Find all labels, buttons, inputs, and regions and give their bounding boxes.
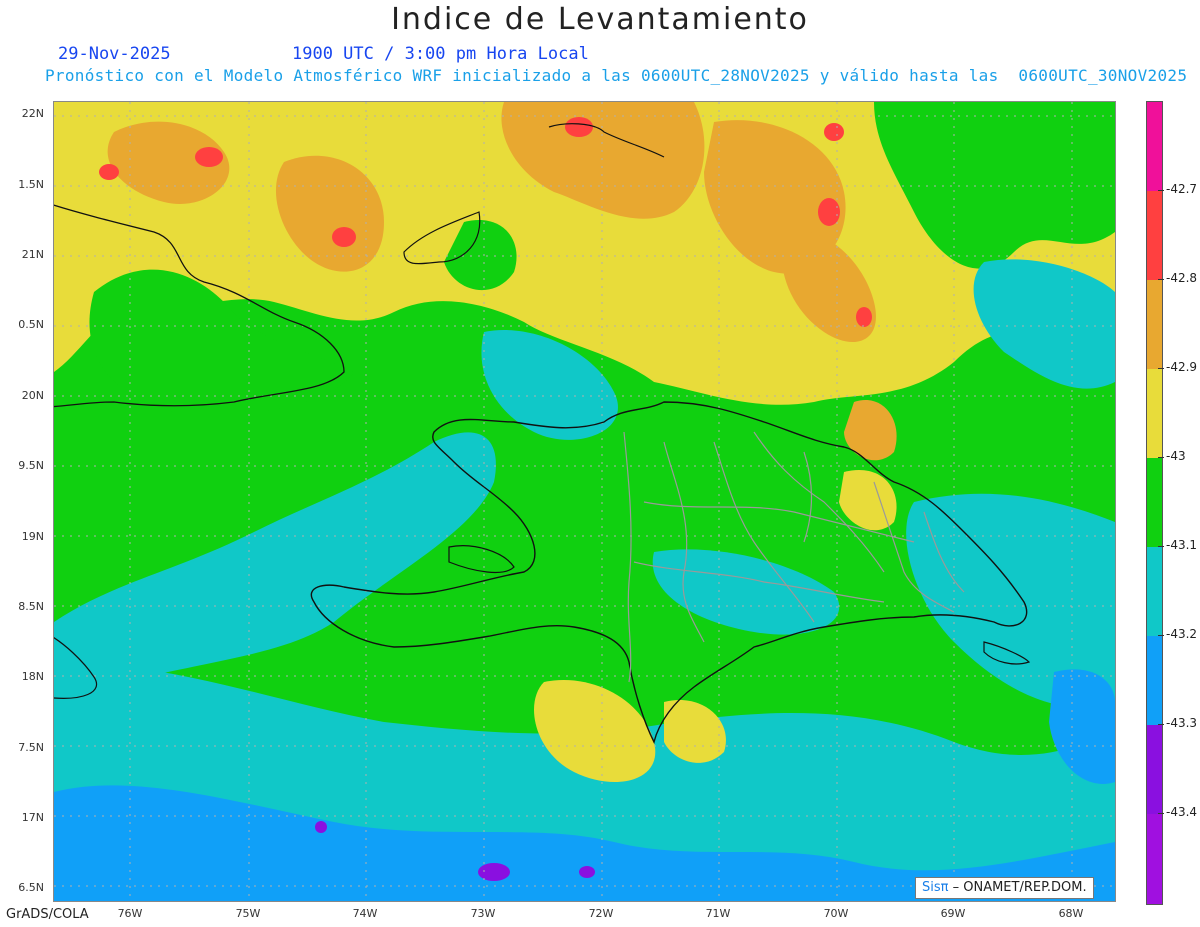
colorbar-segment-8	[1147, 814, 1162, 904]
field-red-2	[99, 164, 119, 180]
field-red-1	[195, 147, 223, 167]
lon-label-76w: 76W	[117, 907, 143, 920]
colorbar-label: -43.4	[1166, 805, 1198, 819]
lon-label-72w: 72W	[588, 907, 614, 920]
lat-label-21n: 21N	[21, 248, 44, 261]
field-purple-1	[478, 863, 510, 881]
colorbar-segment-5	[1147, 547, 1162, 636]
colorbar-segment-6	[1147, 636, 1162, 725]
colorbar-segment-4	[1147, 458, 1162, 547]
colorbar-segment-3	[1147, 369, 1162, 458]
lon-label-70w: 70W	[823, 907, 849, 920]
lat-label-19-5n: 9.5N	[18, 459, 44, 472]
credit-org: – ONAMET/REP.DOM.	[952, 880, 1087, 895]
colorbar-tick	[1158, 279, 1164, 280]
lat-label-19n: 19N	[21, 530, 44, 543]
lon-label-73w: 73W	[470, 907, 496, 920]
colorbar-label: -42.9	[1166, 360, 1198, 374]
map-title: Indice de Levantamiento	[391, 2, 809, 37]
field-purple-2	[579, 866, 595, 878]
colorbar-segment-2	[1147, 280, 1162, 369]
colorbar-label: -43.2	[1166, 627, 1198, 641]
lat-label-21-5n: 1.5N	[18, 178, 44, 191]
lon-label-68w: 68W	[1058, 907, 1084, 920]
lat-label-18-5n: 8.5N	[18, 600, 44, 613]
forecast-time: 1900 UTC / 3:00 pm Hora Local	[292, 44, 589, 64]
colorbar-tick	[1158, 368, 1164, 369]
lat-label-17n: 17N	[21, 811, 44, 824]
software-credit: GrADS/COLA	[6, 907, 89, 922]
lat-label-17-5n: 7.5N	[18, 741, 44, 754]
lon-label-75w: 75W	[235, 907, 261, 920]
field-red-3	[332, 227, 356, 247]
lon-label-74w: 74W	[352, 907, 378, 920]
colorbar-segment-7	[1147, 725, 1162, 814]
colorbar	[1146, 101, 1163, 905]
colorbar-label: -43	[1166, 449, 1186, 463]
lat-label-18n: 18N	[21, 670, 44, 683]
lon-label-69w: 69W	[940, 907, 966, 920]
colorbar-tick	[1158, 724, 1164, 725]
colorbar-tick	[1158, 190, 1164, 191]
field-purple-3	[315, 821, 327, 833]
lat-label-20n: 20N	[21, 389, 44, 402]
colorbar-segment-1	[1147, 191, 1162, 280]
field-red-4	[565, 117, 593, 137]
model-description: Pronóstico con el Modelo Atmosférico WRF…	[45, 66, 1188, 85]
colorbar-label: -43.3	[1166, 716, 1198, 730]
lat-label-20-5n: 0.5N	[18, 318, 44, 331]
colorbar-tick	[1158, 635, 1164, 636]
forecast-date: 29-Nov-2025	[58, 44, 171, 64]
lifted-index-map	[53, 101, 1116, 902]
credit-sis: Sisπ	[922, 880, 949, 895]
lat-label-16-5n: 6.5N	[18, 881, 44, 894]
colorbar-label: -42.8	[1166, 271, 1198, 285]
lon-label-71w: 71W	[705, 907, 731, 920]
colorbar-tick	[1158, 457, 1164, 458]
credit-box: Sisπ – ONAMET/REP.DOM.	[915, 877, 1094, 899]
colorbar-label: -43.1	[1166, 538, 1198, 552]
field-red-6	[818, 198, 840, 226]
colorbar-segment-0	[1147, 102, 1162, 191]
field-red-7	[856, 307, 872, 327]
colorbar-tick	[1158, 813, 1164, 814]
field-red-5	[824, 123, 844, 141]
colorbar-label: -42.7	[1166, 182, 1198, 196]
colorbar-tick	[1158, 546, 1164, 547]
lat-label-22n: 22N	[21, 107, 44, 120]
map-field	[54, 102, 1115, 901]
